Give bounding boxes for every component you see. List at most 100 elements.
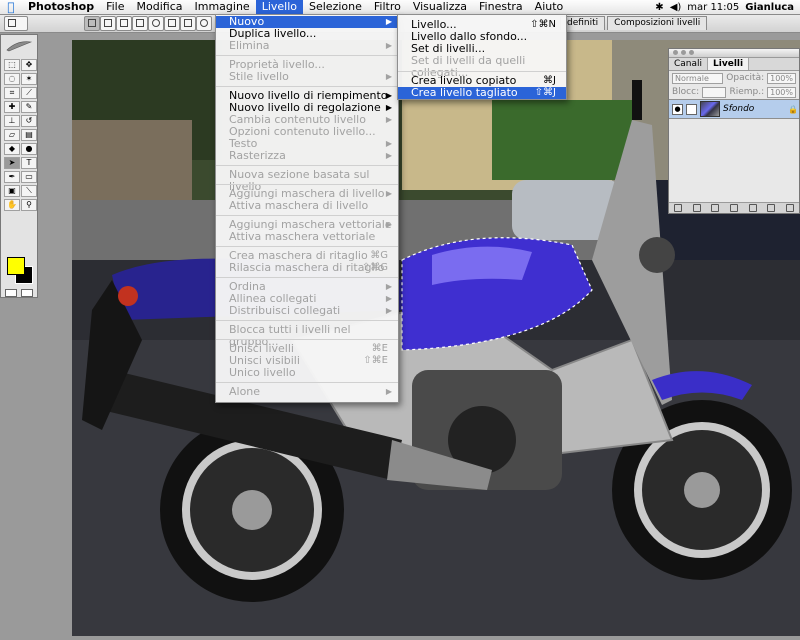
- menu-item-alone: Alone ▶: [216, 386, 398, 398]
- submenu-arrow-icon: ▶: [385, 306, 392, 315]
- fill-field[interactable]: 100%: [767, 86, 796, 98]
- eraser-tool-icon[interactable]: ▱: [4, 129, 20, 141]
- menu-item-label: Attiva maschera vettoriale: [229, 230, 376, 243]
- menu-immagine[interactable]: Immagine: [188, 0, 255, 14]
- magic-wand-icon[interactable]: ✶: [21, 73, 37, 85]
- menu-item-set-di-livelli-da-quelli-collegati: Set di livelli da quelli collegati...: [398, 55, 566, 79]
- history-brush-icon[interactable]: ↺: [21, 115, 37, 127]
- quick-mask-icon[interactable]: [21, 289, 33, 297]
- brush-tool-icon[interactable]: ✎: [21, 101, 37, 113]
- blur-tool-icon[interactable]: ◆: [4, 143, 20, 155]
- rounded-rectangle-button[interactable]: [132, 16, 148, 31]
- submenu-arrow-icon: ▶: [385, 17, 392, 26]
- menu-bar:  Photoshop File Modifica Immagine Livel…: [0, 0, 800, 15]
- clone-stamp-icon[interactable]: ⊥: [4, 115, 20, 127]
- palette-zoom-icon[interactable]: [689, 50, 694, 55]
- menu-item-crea-livello-tagliato[interactable]: Crea livello tagliato ⇧⌘J: [398, 87, 566, 99]
- menu-item-nuova-sezione-basata-sul-livello: Nuova sezione basata sul livello: [216, 169, 398, 193]
- menu-photoshop[interactable]: Photoshop: [22, 0, 100, 14]
- submenu-arrow-icon: ▶: [385, 115, 392, 124]
- tool-grid: ⬚ ✥ ◌ ✶ ⌗ ⟋ ✚ ✎ ⊥ ↺ ▱ ▤ ◆ ● ➤ T ✒ ▭ ▣ ⟍ …: [4, 59, 37, 211]
- lock-options[interactable]: [702, 86, 727, 98]
- blend-row: Normale Opacità: 100%: [669, 71, 799, 85]
- apple-menu-icon[interactable]: : [0, 0, 22, 14]
- palette-minimize-icon[interactable]: [681, 50, 686, 55]
- fill-label: Riemp.:: [729, 87, 765, 97]
- add-mask-icon[interactable]: [711, 204, 720, 212]
- line-tool-button[interactable]: [180, 16, 196, 31]
- palette-close-icon[interactable]: [673, 50, 678, 55]
- custom-shape-icon: [200, 19, 208, 27]
- notes-tool-icon[interactable]: ▣: [4, 185, 20, 197]
- menu-selezione[interactable]: Selezione: [303, 0, 368, 14]
- menu-shortcut: ⌘J: [543, 75, 556, 86]
- palette-footer: [669, 202, 799, 213]
- menu-livello[interactable]: Livello: [255, 0, 303, 14]
- gradient-tool-icon[interactable]: ▤: [21, 129, 37, 141]
- menu-separator: [398, 71, 566, 72]
- healing-brush-icon[interactable]: ✚: [4, 101, 20, 113]
- lasso-tool-icon[interactable]: ◌: [4, 73, 20, 85]
- path-selection-icon[interactable]: ➤: [4, 157, 20, 169]
- menu-file[interactable]: File: [100, 0, 130, 14]
- submenu-arrow-icon: ▶: [385, 220, 392, 229]
- menu-visualizza[interactable]: Visualizza: [407, 0, 473, 14]
- new-layer-icon[interactable]: [767, 204, 776, 212]
- dock-tab-layer-comps[interactable]: Composizioni livelli: [607, 16, 708, 30]
- ellipse-tool-button[interactable]: [148, 16, 164, 31]
- menu-item-label: Crea livello tagliato: [411, 86, 518, 99]
- bluetooth-icon[interactable]: ✱: [655, 2, 663, 13]
- marquee-tool-icon[interactable]: ⬚: [4, 59, 20, 71]
- clock[interactable]: mar 11:05: [687, 2, 739, 13]
- new-set-icon[interactable]: [729, 204, 738, 212]
- link-icon[interactable]: [686, 103, 697, 115]
- eye-icon[interactable]: ●: [672, 103, 683, 115]
- volume-icon[interactable]: ◀): [670, 2, 682, 13]
- blend-mode-select[interactable]: Normale: [672, 72, 724, 84]
- submenu-arrow-icon: ▶: [385, 294, 392, 303]
- menu-item-distribuisci-collegati: Distribuisci collegati ▶: [216, 305, 398, 317]
- custom-shape-button[interactable]: [196, 16, 212, 31]
- layer-style-icon[interactable]: [692, 204, 701, 212]
- opacity-field[interactable]: 100%: [767, 72, 796, 84]
- menu-modifica[interactable]: Modifica: [131, 0, 189, 14]
- rectangle-tool-button[interactable]: [116, 16, 132, 31]
- move-tool-icon[interactable]: ✥: [21, 59, 37, 71]
- menu-aiuto[interactable]: Aiuto: [529, 0, 570, 14]
- palette-tabs: Canali Livelli: [669, 58, 799, 71]
- polygon-tool-button[interactable]: [164, 16, 180, 31]
- submenu-arrow-icon: ▶: [385, 151, 392, 160]
- shape-layers-button[interactable]: [84, 16, 100, 31]
- lock-label: Blocc:: [672, 87, 700, 97]
- layer-row[interactable]: ● Sfondo 🔒: [669, 99, 799, 119]
- dodge-tool-icon[interactable]: ●: [21, 143, 37, 155]
- menu-finestra[interactable]: Finestra: [473, 0, 529, 14]
- menu-filtro[interactable]: Filtro: [368, 0, 407, 14]
- standard-mode-icon[interactable]: [5, 289, 17, 297]
- trash-icon[interactable]: [785, 204, 794, 212]
- menu-extras: ✱ ◀) mar 11:05 Gianluca: [655, 0, 800, 14]
- tab-canali[interactable]: Canali: [669, 58, 709, 70]
- lock-row: Blocc: Riemp.: 100%: [669, 85, 799, 99]
- palette-titlebar[interactable]: [669, 49, 799, 58]
- layer-name: Sfondo: [723, 104, 755, 114]
- hand-tool-icon[interactable]: ✋: [4, 199, 20, 211]
- pen-tool-icon[interactable]: ✒: [4, 171, 20, 183]
- shape-tool-icon[interactable]: ▭: [21, 171, 37, 183]
- menu-separator: [216, 339, 398, 340]
- user-name[interactable]: Gianluca: [745, 2, 794, 13]
- tab-livelli[interactable]: Livelli: [708, 58, 750, 70]
- type-tool-icon[interactable]: T: [21, 157, 37, 169]
- paths-button[interactable]: [100, 16, 116, 31]
- link-layers-icon[interactable]: [674, 204, 683, 212]
- tool-preset-picker[interactable]: [4, 16, 28, 31]
- menu-separator: [216, 320, 398, 321]
- crop-tool-icon[interactable]: ⌗: [4, 87, 20, 99]
- slice-tool-icon[interactable]: ⟋: [21, 87, 37, 99]
- feather-icon[interactable]: [5, 40, 33, 52]
- submenu-arrow-icon: ▶: [385, 189, 392, 198]
- adjustment-layer-icon[interactable]: [748, 204, 757, 212]
- foreground-color-swatch[interactable]: [7, 257, 25, 275]
- eyedropper-icon[interactable]: ⟍: [21, 185, 37, 197]
- zoom-tool-icon[interactable]: ⚲: [21, 199, 37, 211]
